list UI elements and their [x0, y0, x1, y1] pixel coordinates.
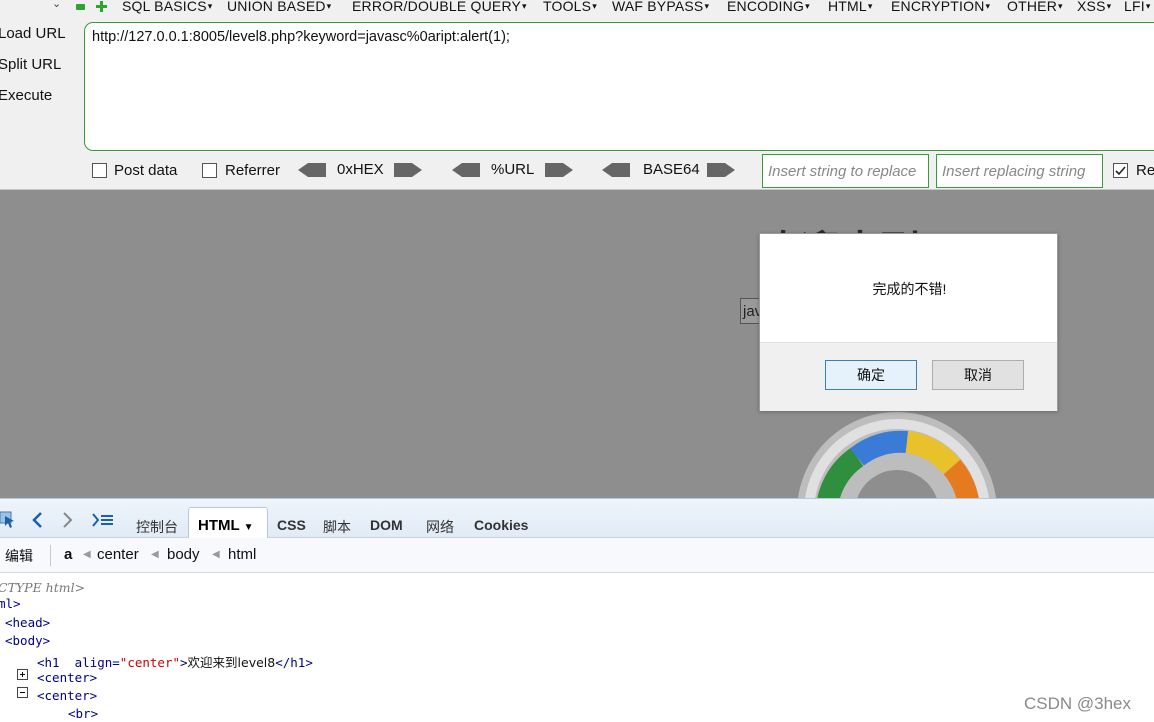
menu-encoding[interactable]: ENCODING▾: [727, 0, 810, 14]
tab-network[interactable]: 网络: [426, 517, 454, 537]
hex-encode-arrow-icon[interactable]: [394, 163, 422, 177]
tab-console[interactable]: 控制台: [136, 517, 178, 537]
split-url-button[interactable]: Split URL: [0, 56, 61, 73]
url-encode-arrow-icon[interactable]: [545, 163, 573, 177]
head-node[interactable]: <head>: [5, 615, 50, 630]
breadcrumb-body[interactable]: body: [167, 546, 200, 563]
divider: [50, 545, 51, 566]
replace-all-checkbox[interactable]: [1113, 163, 1128, 178]
menu-lfi[interactable]: LFI▾: [1124, 0, 1151, 14]
menu-tools[interactable]: TOOLS▾: [543, 0, 597, 14]
breadcrumb-center[interactable]: center: [97, 546, 139, 563]
tab-script[interactable]: 脚本: [323, 517, 351, 537]
chevron-left-icon: ◀: [212, 549, 220, 560]
forward-arrow-icon[interactable]: [62, 512, 74, 528]
html-node[interactable]: ml>: [0, 596, 21, 611]
menu-union-based[interactable]: UNION BASED▾: [227, 0, 331, 14]
menu-error-double-query[interactable]: ERROR/DOUBLE QUERY▾: [352, 0, 527, 14]
dialog-footer: 确定 取消: [760, 342, 1057, 411]
execute-button[interactable]: Execute: [0, 87, 52, 104]
menu-html[interactable]: HTML▾: [828, 0, 873, 14]
url-textarea[interactable]: http://127.0.0.1:8005/level8.php?keyword…: [84, 22, 1154, 151]
ok-button[interactable]: 确定: [825, 360, 917, 390]
checkmark-icon: [1115, 166, 1126, 176]
menu-xss[interactable]: XSS▾: [1077, 0, 1111, 14]
referrer-checkbox[interactable]: [202, 163, 217, 178]
tab-css[interactable]: CSS: [277, 517, 306, 533]
post-data-label: Post data: [114, 162, 178, 179]
br-node[interactable]: <br>: [68, 706, 98, 721]
dialog-message: 完成的不错!: [872, 281, 947, 297]
html-source-tree: CTYPE html> ml> <head> <body> <h1 align=…: [0, 574, 1154, 722]
watermark: CSDN @3hex: [1024, 694, 1132, 713]
collapse-icon[interactable]: [76, 4, 85, 10]
menu-sql-basics[interactable]: SQL BASICS▾: [122, 0, 212, 14]
back-arrow-icon[interactable]: [31, 512, 43, 528]
breadcrumb: 编辑 a ◀ center ◀ body ◀ html: [0, 538, 1154, 573]
command-line-icon[interactable]: [92, 513, 114, 527]
inspect-cursor-icon[interactable]: [0, 511, 16, 529]
expand-node-icon[interactable]: [17, 669, 28, 680]
collapse-node-icon[interactable]: [17, 687, 28, 698]
expand-icon[interactable]: [96, 1, 107, 12]
chevron-left-icon: ◀: [151, 549, 159, 560]
chevron-left-icon: ◀: [83, 549, 91, 560]
doctype-line: CTYPE html>: [0, 580, 86, 595]
hex-decode-arrow-icon[interactable]: [298, 163, 326, 177]
body-node[interactable]: <body>: [5, 633, 50, 648]
replace-all-label: Re: [1136, 162, 1154, 179]
url-decode-arrow-icon[interactable]: [452, 163, 480, 177]
alert-dialog: 完成的不错! 确定 取消: [759, 233, 1058, 411]
load-url-button[interactable]: Load URL: [0, 25, 66, 42]
replace-string-input[interactable]: Insert string to replace: [762, 154, 929, 188]
center-node-collapsed[interactable]: <center>: [37, 670, 97, 685]
base64-encode-arrow-icon[interactable]: [707, 163, 735, 177]
breadcrumb-html[interactable]: html: [228, 546, 256, 563]
hackbar-panel: ⌄ SQL BASICS▾ UNION BASED▾ ERROR/DOUBLE …: [0, 0, 1154, 190]
menu-encryption[interactable]: ENCRYPTION▾: [891, 0, 990, 14]
base64-decode-arrow-icon[interactable]: [602, 163, 630, 177]
cancel-button[interactable]: 取消: [932, 360, 1024, 390]
hackbar-menubar: ⌄ SQL BASICS▾ UNION BASED▾ ERROR/DOUBLE …: [0, 0, 1154, 16]
hex-label: 0xHEX: [337, 161, 384, 178]
post-data-checkbox[interactable]: [92, 163, 107, 178]
referrer-label: Referrer: [225, 162, 281, 179]
h1-node[interactable]: <h1 align="center">欢迎来到level8</h1>: [37, 652, 313, 671]
url-label: %URL: [491, 161, 535, 178]
tab-dom[interactable]: DOM: [370, 517, 403, 533]
devtools-panel: 控制台 HTML ▼ CSS 脚本 DOM 网络 Cookies 编辑 a ◀ …: [0, 498, 1154, 722]
level-image: [798, 412, 996, 498]
menu-waf-bypass[interactable]: WAF BYPASS▾: [612, 0, 709, 14]
breadcrumb-a[interactable]: a: [64, 546, 72, 563]
screenshot-root: ⌄ SQL BASICS▾ UNION BASED▾ ERROR/DOUBLE …: [0, 0, 1154, 722]
center-node-expanded[interactable]: <center>: [37, 688, 97, 703]
edit-button[interactable]: 编辑: [5, 546, 33, 566]
base64-label: BASE64: [643, 161, 700, 178]
tab-html[interactable]: HTML ▼: [188, 507, 268, 540]
devtools-toolbar: 控制台 HTML ▼ CSS 脚本 DOM 网络 Cookies: [0, 498, 1154, 540]
replacing-string-input[interactable]: Insert replacing string: [936, 154, 1103, 188]
menu-other[interactable]: OTHER▾: [1007, 0, 1063, 14]
chevron-down-icon[interactable]: ⌄: [52, 0, 61, 10]
tab-cookies[interactable]: Cookies: [474, 517, 528, 533]
